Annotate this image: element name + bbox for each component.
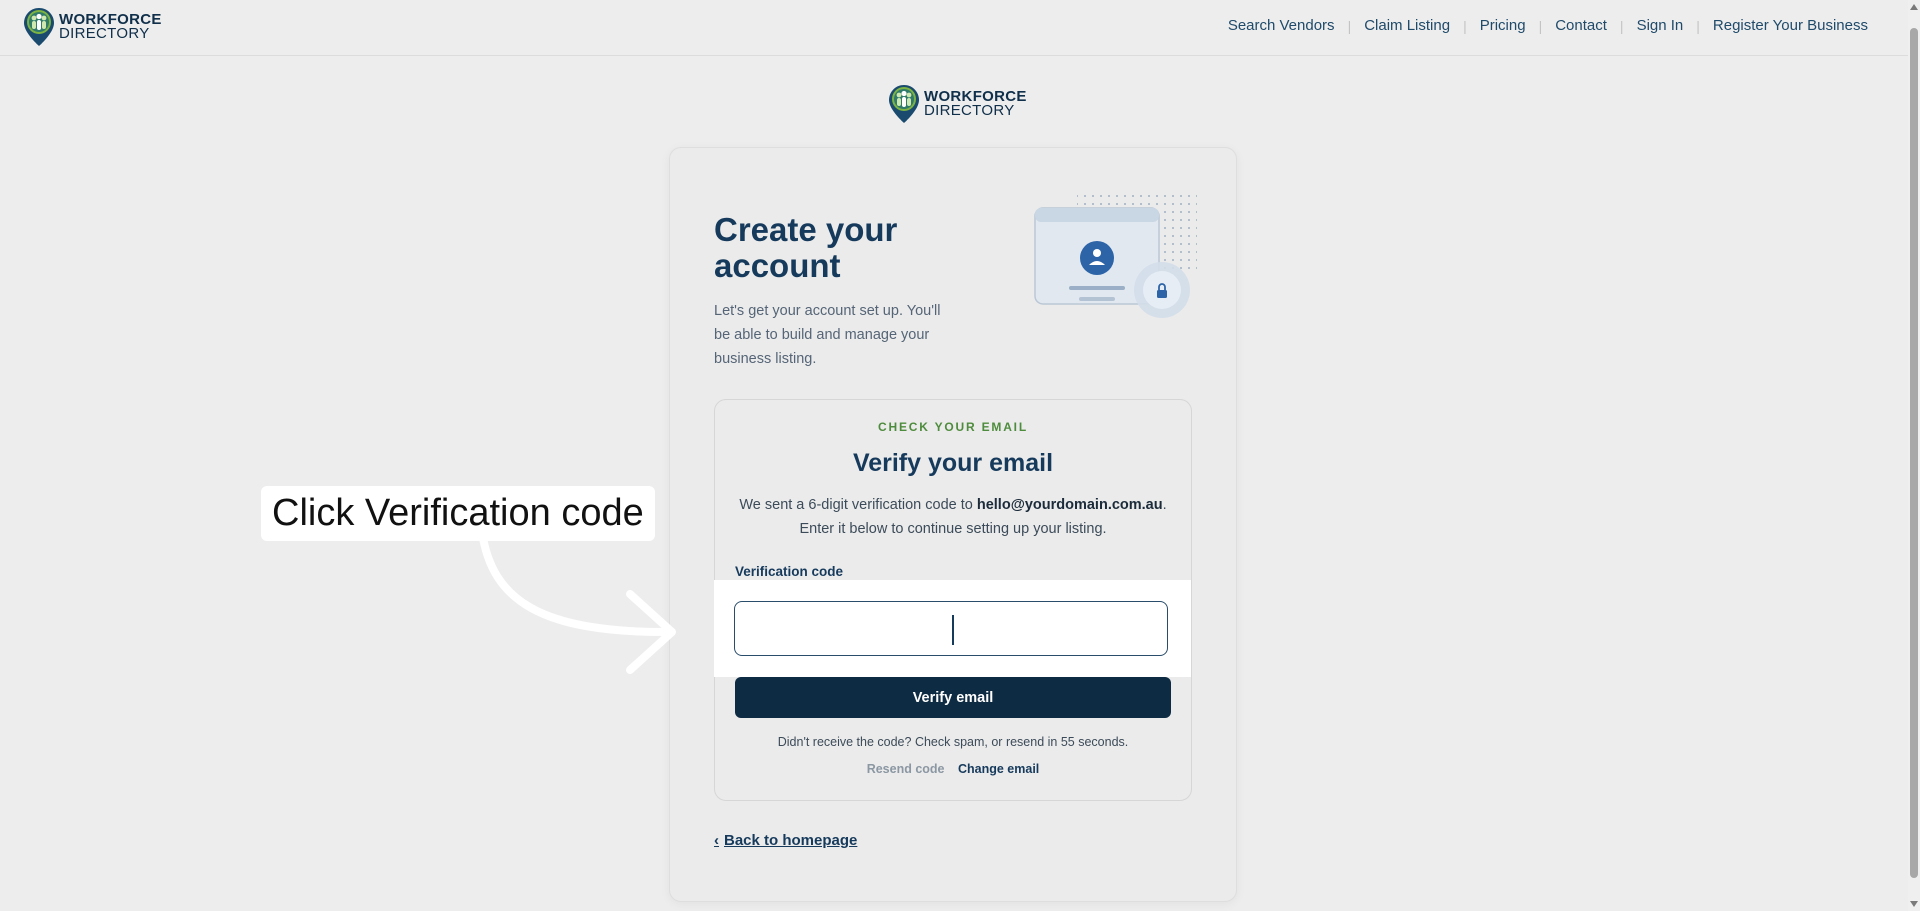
nav-divider: | bbox=[1696, 17, 1700, 34]
header-logo[interactable]: WORKFORCE DIRECTORY bbox=[23, 7, 162, 47]
verify-email-button[interactable]: Verify email bbox=[735, 677, 1171, 718]
main-nav: Search Vendors | Claim Listing | Pricing… bbox=[1228, 17, 1868, 34]
back-to-homepage-link[interactable]: ‹ Back to homepage bbox=[714, 832, 857, 849]
email-address: hello@yourdomain.com.au bbox=[976, 497, 1163, 513]
desc-suffix: . bbox=[1162, 497, 1167, 513]
top-navigation-bar: WORKFORCE DIRECTORY Search Vendors | Cla… bbox=[0, 0, 1908, 56]
resend-code-link[interactable]: Resend code bbox=[867, 762, 945, 776]
verification-code-label: Verification code bbox=[735, 564, 844, 579]
page-title: Create your account bbox=[714, 211, 898, 284]
lock-icon bbox=[1157, 290, 1167, 298]
scroll-up-icon[interactable] bbox=[1910, 4, 1918, 10]
nav-register-business[interactable]: Register Your Business bbox=[1713, 17, 1868, 34]
verify-title: Verify your email bbox=[852, 449, 1054, 477]
chevron-left-icon: ‹ bbox=[714, 832, 719, 849]
desc-line-2: Enter it below to continue setting up yo… bbox=[799, 521, 1107, 537]
map-pin-people-logo-icon bbox=[889, 85, 919, 123]
signup-card: Create your account Let's get your accou… bbox=[669, 147, 1237, 902]
verify-links: Resend code Change email bbox=[715, 762, 1191, 776]
nav-pricing[interactable]: Pricing bbox=[1480, 17, 1526, 34]
nav-search-vendors[interactable]: Search Vendors bbox=[1228, 17, 1335, 34]
eyebrow-label: CHECK YOUR EMAIL bbox=[878, 420, 1028, 434]
scroll-down-icon[interactable] bbox=[1910, 901, 1918, 907]
user-icon bbox=[1080, 241, 1114, 275]
page-subtitle: Let's get your account set up. You'll be… bbox=[714, 303, 941, 367]
nav-contact[interactable]: Contact bbox=[1555, 17, 1607, 34]
nav-divider: | bbox=[1347, 17, 1352, 34]
map-pin-people-logo-icon bbox=[24, 8, 54, 46]
brand-line-2: DIRECTORY bbox=[59, 25, 150, 42]
nav-sign-in[interactable]: Sign In bbox=[1637, 17, 1684, 34]
nav-claim-listing[interactable]: Claim Listing bbox=[1364, 17, 1450, 34]
back-link-label: Back to homepage bbox=[724, 832, 858, 849]
brand-line-2: DIRECTORY bbox=[924, 102, 1015, 119]
page-scrollbar[interactable] bbox=[1908, 0, 1920, 911]
change-email-link[interactable]: Change email bbox=[958, 762, 1039, 776]
page-logo[interactable]: WORKFORCE DIRECTORY bbox=[888, 84, 1027, 124]
nav-divider: | bbox=[1538, 17, 1543, 34]
spotlight-region bbox=[714, 580, 1191, 677]
desc-prefix: We sent a 6-digit verification code to bbox=[739, 497, 977, 513]
nav-divider: | bbox=[1619, 17, 1624, 34]
nav-divider: | bbox=[1463, 17, 1467, 34]
text-caret bbox=[952, 615, 954, 645]
account-illustration bbox=[1034, 194, 1197, 318]
scrollbar-thumb[interactable] bbox=[1910, 28, 1918, 878]
resend-hint: Didn't receive the code? Check spam, or … bbox=[777, 735, 1129, 749]
verification-code-input[interactable] bbox=[734, 601, 1168, 656]
verify-description: We sent a 6-digit verification code to h… bbox=[725, 493, 1181, 541]
arrow-icon bbox=[478, 530, 676, 674]
